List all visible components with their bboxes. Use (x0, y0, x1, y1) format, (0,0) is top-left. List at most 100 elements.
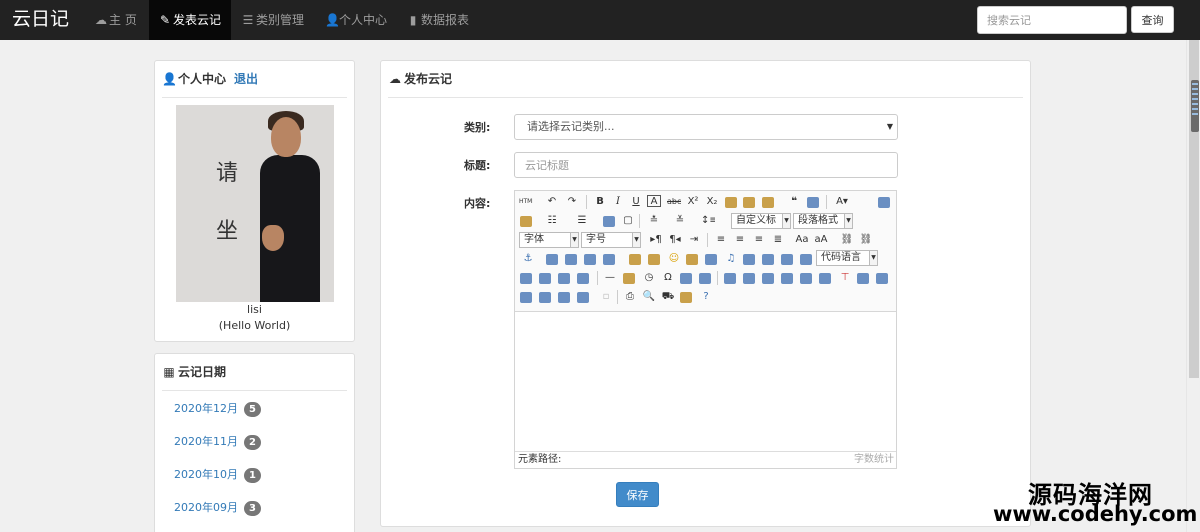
highlight-icon[interactable] (520, 216, 532, 227)
insert-para-before-table-icon[interactable] (762, 273, 774, 284)
search-doc-icon[interactable]: ⛟ (661, 290, 675, 304)
music-icon[interactable]: ♫ (724, 252, 738, 266)
attachment-icon[interactable] (743, 254, 755, 265)
nav-item-post[interactable]: ✎ 发表云记 (149, 0, 232, 40)
subscript-icon[interactable]: X₂ (705, 195, 719, 209)
split-to-cols-icon[interactable] (577, 292, 589, 303)
auto-format-icon[interactable] (762, 197, 774, 208)
rich-text-editor[interactable]: HTML ↶ ↷ B I U A abc X² X₂ ❝ A▾ ☷ ☰ ▢ (514, 190, 897, 469)
link-icon[interactable]: ⛓ (840, 233, 854, 247)
logout-link[interactable]: 退出 (234, 72, 258, 86)
align-right-icon[interactable]: ≡ (752, 233, 766, 247)
preview-icon[interactable]: 🔍 (642, 290, 656, 304)
help-icon[interactable]: ? (699, 290, 713, 304)
wordimage-icon[interactable] (577, 273, 589, 284)
undo-icon[interactable]: ↶ (545, 195, 559, 209)
search-button[interactable]: 查询 (1131, 6, 1174, 33)
ltr-icon[interactable]: ▸¶ (649, 233, 663, 247)
fullscreen-icon[interactable] (878, 197, 890, 208)
charts-icon[interactable]: ▫ (599, 290, 613, 304)
simple-upload-icon[interactable] (629, 254, 641, 265)
bold-icon[interactable]: B (593, 195, 607, 209)
insert-image-icon[interactable] (648, 254, 660, 265)
delete-row-icon[interactable] (800, 273, 812, 284)
format-brush-icon[interactable] (743, 197, 755, 208)
split-to-cells-icon[interactable] (539, 292, 551, 303)
date-item[interactable]: 2020年10月 1 (174, 466, 261, 483)
align-center-icon[interactable]: ≡ (733, 233, 747, 247)
horizontal-rule-icon[interactable]: — (603, 271, 617, 285)
clear-doc-icon[interactable]: ▢ (621, 214, 635, 228)
row-spacing-top-icon[interactable]: ≛ (647, 214, 661, 228)
merge-cells-icon[interactable] (857, 273, 869, 284)
insert-row-icon[interactable] (781, 273, 793, 284)
blockquote-icon[interactable]: ❝ (787, 195, 801, 209)
split-to-rows-icon[interactable] (558, 292, 570, 303)
merge-down-icon[interactable] (520, 292, 532, 303)
image-left-icon[interactable] (565, 254, 577, 265)
font-border-icon[interactable]: A (647, 195, 661, 207)
align-left-icon[interactable]: ≡ (714, 233, 728, 247)
search-replace-icon[interactable] (699, 273, 711, 284)
touppercase-icon[interactable]: Aa (795, 233, 809, 247)
date-icon[interactable] (623, 273, 635, 284)
merge-right-icon[interactable] (876, 273, 888, 284)
insert-video-icon[interactable] (705, 254, 717, 265)
insert-frame-icon[interactable] (800, 254, 812, 265)
drafts-icon[interactable] (680, 292, 692, 303)
align-justify-icon[interactable]: ≣ (771, 233, 785, 247)
anchor-icon[interactable]: ⚓ (521, 252, 535, 266)
app-brand[interactable]: 云日记 (12, 6, 69, 32)
ordered-list-icon[interactable]: ☷ (545, 214, 559, 228)
insert-col-icon[interactable] (819, 273, 831, 284)
snapscreen-icon[interactable] (680, 273, 692, 284)
map-icon[interactable] (762, 254, 774, 265)
unlink-icon[interactable]: ⛓ (859, 233, 873, 247)
nav-item-categories[interactable]: ☰ 类别管理 (242, 0, 304, 40)
strikethrough-icon[interactable]: abc (667, 195, 681, 209)
indent-icon[interactable]: ⇥ (687, 233, 701, 247)
font-size-combo[interactable]: 字号 ▼ (581, 232, 641, 248)
date-item[interactable]: 2020年09月 3 (174, 499, 261, 516)
print-icon[interactable]: ⎙ (623, 290, 637, 304)
save-button[interactable]: 保存 (616, 482, 659, 507)
nav-item-reports[interactable]: ▮ 数据报表 (407, 0, 469, 40)
search-input[interactable] (977, 6, 1127, 34)
image-right-icon[interactable] (584, 254, 596, 265)
background-icon[interactable] (558, 273, 570, 284)
font-family-combo[interactable]: 字体 ▼ (519, 232, 579, 248)
superscript-icon[interactable]: X² (686, 195, 700, 209)
nav-item-home[interactable]: ☁ 主 页 (95, 0, 137, 40)
rtl-icon[interactable]: ¶◂ (668, 233, 682, 247)
line-height-icon[interactable]: ↕≡ (701, 214, 715, 228)
image-center-icon[interactable] (603, 254, 615, 265)
unordered-list-icon[interactable]: ☰ (575, 214, 589, 228)
select-all-icon[interactable] (603, 216, 615, 227)
nav-item-profile[interactable]: 👤个人中心 (325, 0, 387, 40)
eraser-icon[interactable] (725, 197, 737, 208)
gmap-icon[interactable] (781, 254, 793, 265)
scrawl-icon[interactable] (686, 254, 698, 265)
date-item[interactable]: 2020年12月 5 (174, 400, 261, 417)
row-spacing-bottom-icon[interactable]: ≚ (673, 214, 687, 228)
template-icon[interactable] (539, 273, 551, 284)
tolowercase-icon[interactable]: aA (814, 233, 828, 247)
custom-title-combo[interactable]: 自定义标 ▼ (731, 213, 791, 229)
redo-icon[interactable]: ↷ (565, 195, 579, 209)
page-break-icon[interactable] (520, 273, 532, 284)
paste-text-icon[interactable] (807, 197, 819, 208)
emotion-icon[interactable]: ☺ (667, 252, 681, 266)
underline-icon[interactable]: U (629, 195, 643, 209)
font-color-icon[interactable]: A▾ (835, 195, 849, 209)
italic-icon[interactable]: I (611, 195, 625, 209)
date-item[interactable]: 2020年11月 2 (174, 433, 261, 450)
image-none-icon[interactable] (546, 254, 558, 265)
delete-col-icon[interactable]: ⊤ (838, 271, 852, 285)
category-select[interactable]: 请选择云记类别... ▼ (514, 114, 898, 140)
insert-table-icon[interactable] (724, 273, 736, 284)
code-language-combo[interactable]: 代码语言 ▼ (816, 250, 878, 266)
paragraph-combo[interactable]: 段落格式 ▼ (793, 213, 853, 229)
special-chars-icon[interactable]: Ω (661, 271, 675, 285)
html-source-icon[interactable]: HTML (519, 195, 533, 209)
delete-table-icon[interactable] (743, 273, 755, 284)
